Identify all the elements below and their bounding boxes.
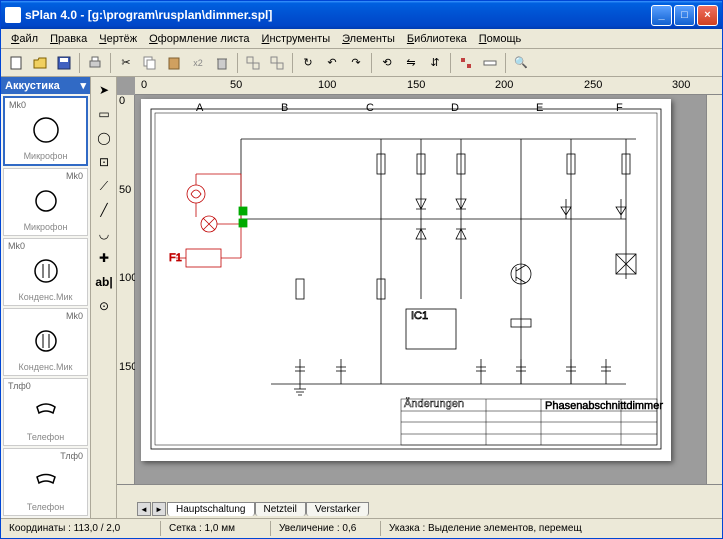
zoom-button[interactable]: 🔍	[510, 52, 532, 74]
line-tool[interactable]: ╱	[93, 199, 115, 221]
paste-x2-button[interactable]: x2	[187, 52, 209, 74]
menu-file[interactable]: Файл	[5, 31, 44, 47]
snap-button[interactable]	[455, 52, 477, 74]
palette-category-label: Аккустика	[5, 80, 60, 92]
titlebar[interactable]: sPlan 4.0 - [g:\program\rusplan\dimmer.s…	[1, 1, 722, 29]
minimize-button[interactable]: _	[651, 5, 672, 26]
tab-prev-button[interactable]: ◄	[137, 502, 151, 516]
window-controls: _ □ ×	[651, 5, 718, 26]
dimension-tool[interactable]: ⊙	[93, 295, 115, 317]
text-tool[interactable]: ab|	[93, 271, 115, 293]
component-palette: Аккустика ▾ Mk0 Микрофон Mk0 Микрофон Mk…	[1, 77, 91, 518]
rect-tool[interactable]: ▭	[93, 103, 115, 125]
polyline-tool[interactable]: ⟋	[93, 175, 115, 197]
microphone-symbol	[6, 181, 85, 221]
palette-category-selector[interactable]: Аккустика ▾	[1, 77, 90, 94]
save-button[interactable]	[53, 52, 75, 74]
drawing-canvas[interactable]: A B C D E F	[135, 95, 706, 484]
open-button[interactable]	[29, 52, 51, 74]
undo-button[interactable]: ↶	[321, 52, 343, 74]
palette-items: Mk0 Микрофон Mk0 Микрофон Mk0 Конденс.Ми…	[1, 94, 90, 518]
special-shape-tool[interactable]: ⊡	[93, 151, 115, 173]
tab-next-button[interactable]: ►	[152, 502, 166, 516]
svg-text:F1: F1	[169, 252, 182, 264]
refresh-button[interactable]: ↻	[297, 52, 319, 74]
node-tool[interactable]: ✚	[93, 247, 115, 269]
close-button[interactable]: ×	[697, 5, 718, 26]
svg-text:IC1: IC1	[411, 310, 428, 322]
horizontal-scrollbar[interactable]	[117, 484, 722, 500]
svg-text:F: F	[616, 102, 623, 114]
vertical-ruler: 0 50 100 150	[117, 95, 135, 484]
svg-text:Phasenabschnittdimmer: Phasenabschnittdimmer	[545, 400, 663, 412]
sheet-tab[interactable]: Netzteil	[255, 502, 306, 516]
phone-symbol	[6, 461, 85, 501]
mirror-v-button[interactable]: ⇵	[424, 52, 446, 74]
svg-text:Änderungen: Änderungen	[404, 398, 464, 410]
window-title: sPlan 4.0 - [g:\program\rusplan\dimmer.s…	[25, 8, 651, 22]
delete-button[interactable]	[211, 52, 233, 74]
paste-button[interactable]	[163, 52, 185, 74]
rotate-button[interactable]: ⟲	[376, 52, 398, 74]
menu-elements[interactable]: Элементы	[336, 31, 401, 47]
svg-text:A: A	[196, 102, 204, 114]
palette-item[interactable]: Mk0 Микрофон	[3, 96, 88, 166]
palette-item[interactable]: Mk0 Конденс.Мик	[3, 308, 88, 376]
sheet-tabs-row: ◄ ► Hauptschaltung Netzteil Verstarker	[117, 500, 722, 518]
palette-item[interactable]: Mk0 Микрофон	[3, 168, 88, 236]
dropdown-icon: ▾	[80, 79, 86, 92]
status-hint: Указка : Выделение элементов, перемещ	[381, 521, 722, 536]
palette-item[interactable]: Тлф0 Телефон	[3, 448, 88, 516]
arc-tool[interactable]: ◡	[93, 223, 115, 245]
canvas-area: 0 50 100 150 200 250 300 0 50 100 150	[117, 77, 722, 518]
schematic-page[interactable]: A B C D E F	[141, 99, 671, 461]
palette-item[interactable]: Mk0 Конденс.Мик	[3, 238, 88, 306]
mirror-h-button[interactable]: ⇋	[400, 52, 422, 74]
menu-tools[interactable]: Инструменты	[256, 31, 337, 47]
menu-sheet[interactable]: Оформление листа	[143, 31, 255, 47]
redo-button[interactable]: ↷	[345, 52, 367, 74]
new-button[interactable]	[5, 52, 27, 74]
condenser-mic-symbol	[6, 321, 85, 361]
statusbar: Координаты : 113,0 / 2,0 Сетка : 1,0 мм …	[1, 518, 722, 538]
status-grid: Сетка : 1,0 мм	[161, 521, 271, 536]
group-button[interactable]	[242, 52, 264, 74]
condenser-mic-symbol	[6, 251, 85, 291]
print-button[interactable]	[84, 52, 106, 74]
measure-button[interactable]	[479, 52, 501, 74]
menu-help[interactable]: Помощь	[473, 31, 528, 47]
pointer-tool[interactable]: ➤	[93, 79, 115, 101]
circle-tool[interactable]: ◯	[93, 127, 115, 149]
ungroup-button[interactable]	[266, 52, 288, 74]
main-toolbar: ✂ x2 ↻ ↶ ↷ ⟲ ⇋ ⇵ 🔍	[1, 49, 722, 77]
phone-symbol	[6, 391, 85, 431]
svg-text:B: B	[281, 102, 288, 114]
app-icon	[5, 7, 21, 23]
menu-drawing[interactable]: Чертёж	[93, 31, 143, 47]
menubar: Файл Правка Чертёж Оформление листа Инст…	[1, 29, 722, 49]
cut-button[interactable]: ✂	[115, 52, 137, 74]
svg-text:C: C	[366, 102, 374, 114]
microphone-symbol	[7, 110, 84, 150]
horizontal-ruler: 0 50 100 150 200 250 300	[135, 77, 722, 95]
sheet-tab[interactable]: Hauptschaltung	[167, 502, 255, 516]
app-window: sPlan 4.0 - [g:\program\rusplan\dimmer.s…	[0, 0, 723, 539]
status-zoom: Увеличение : 0,6	[271, 521, 381, 536]
workspace: Аккустика ▾ Mk0 Микрофон Mk0 Микрофон Mk…	[1, 77, 722, 518]
drawing-tools: ➤ ▭ ◯ ⊡ ⟋ ╱ ◡ ✚ ab| ⊙	[91, 77, 117, 518]
svg-text:D: D	[451, 102, 459, 114]
copy-button[interactable]	[139, 52, 161, 74]
menu-edit[interactable]: Правка	[44, 31, 93, 47]
svg-text:E: E	[536, 102, 543, 114]
menu-library[interactable]: Библиотека	[401, 31, 473, 47]
palette-item[interactable]: Тлф0 Телефон	[3, 378, 88, 446]
maximize-button[interactable]: □	[674, 5, 695, 26]
sheet-tab[interactable]: Verstarker	[306, 502, 370, 516]
vertical-scrollbar[interactable]	[706, 95, 722, 484]
status-coords: Координаты : 113,0 / 2,0	[1, 521, 161, 536]
